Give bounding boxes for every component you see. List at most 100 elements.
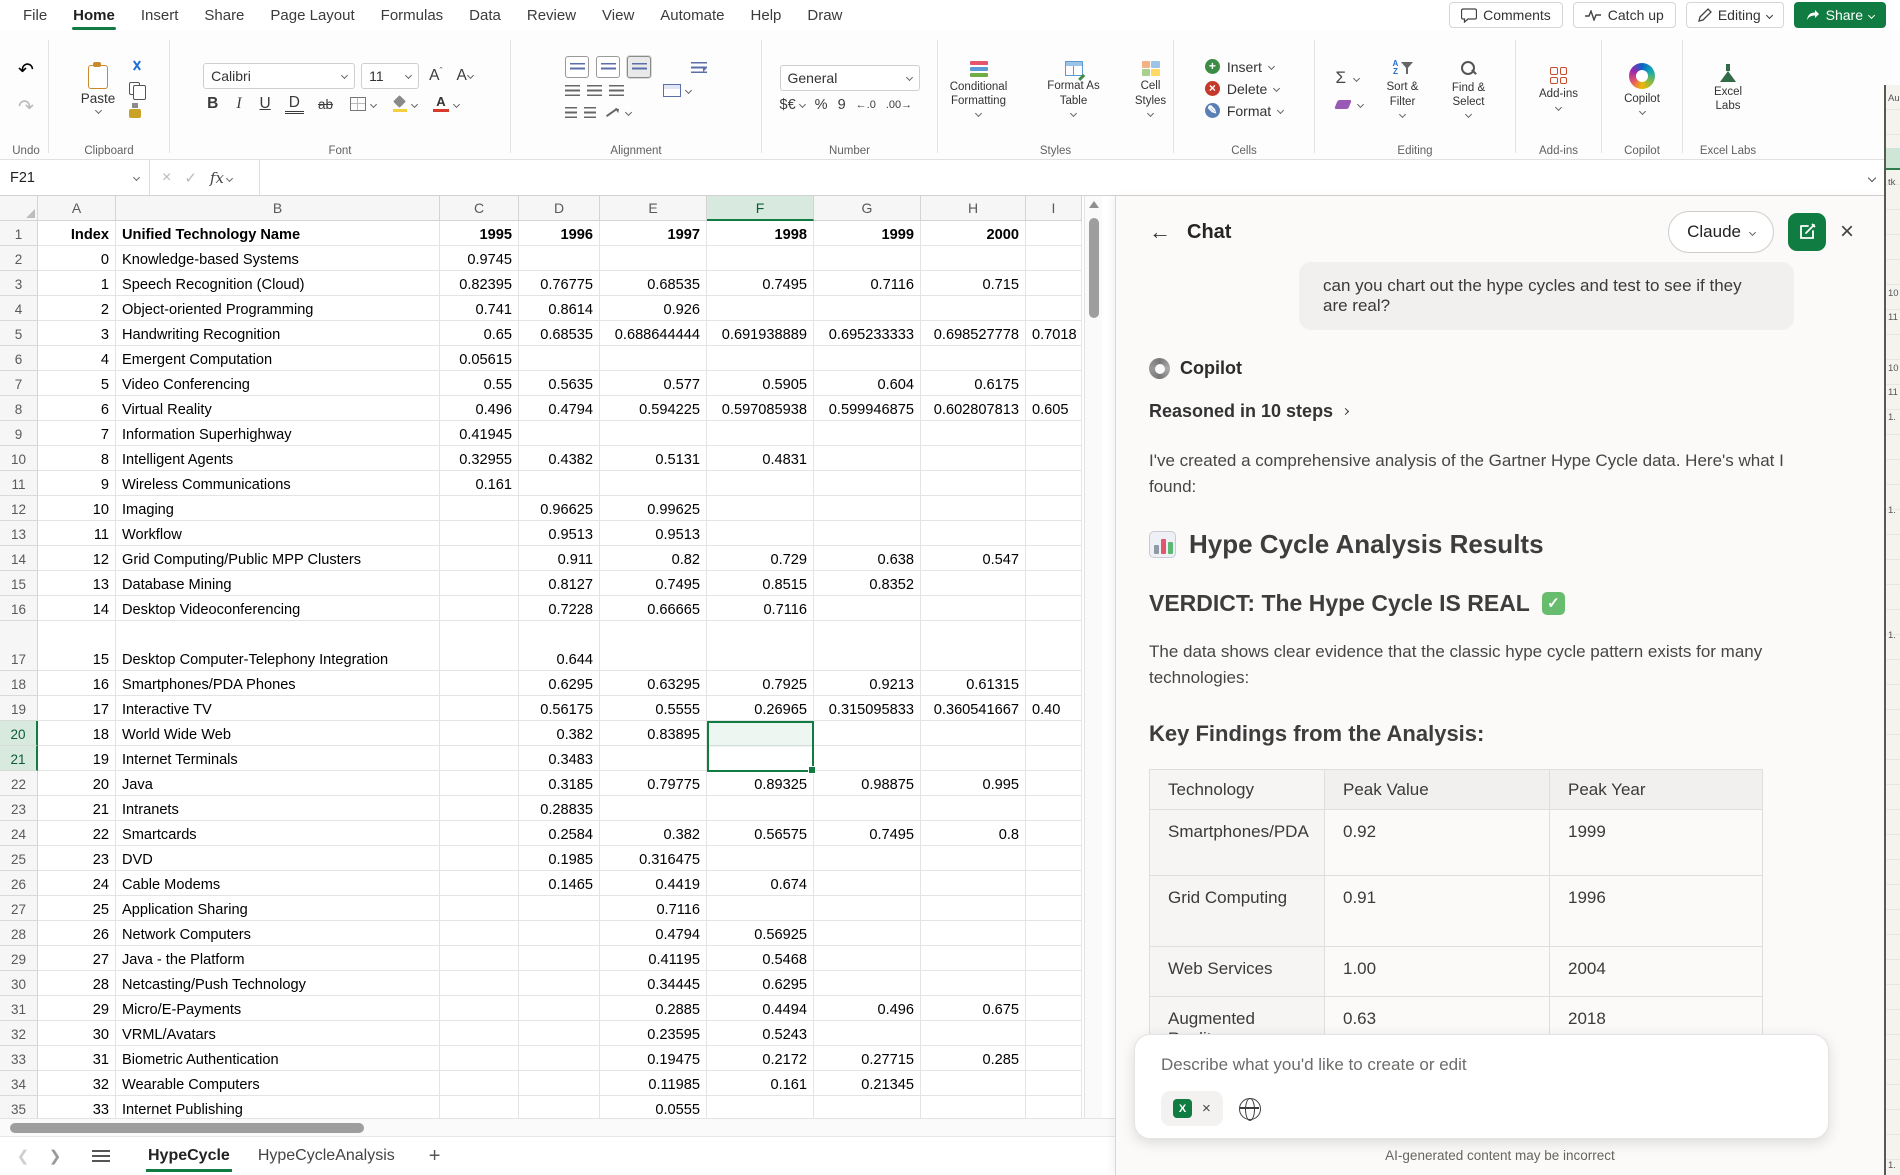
- cell-B19[interactable]: Interactive TV: [116, 696, 440, 721]
- cell-D7[interactable]: 0.5635: [519, 371, 600, 396]
- row-header-18[interactable]: 18: [0, 671, 38, 696]
- cell-B17[interactable]: Desktop Computer-Telephony Integration: [116, 621, 440, 671]
- web-search-toggle-icon[interactable]: [1239, 1098, 1261, 1120]
- cell-F3[interactable]: 0.7495: [707, 271, 814, 296]
- align-bottom-button[interactable]: [627, 56, 651, 78]
- cell-G24[interactable]: 0.7495: [814, 821, 921, 846]
- cell-H31[interactable]: 0.675: [921, 996, 1026, 1021]
- cell-G30[interactable]: [814, 971, 921, 996]
- row-header-5[interactable]: 5: [0, 321, 38, 346]
- cell-A27[interactable]: 25: [38, 896, 116, 921]
- cell-B32[interactable]: VRML/Avatars: [116, 1021, 440, 1046]
- cell-D29[interactable]: [519, 946, 600, 971]
- cell-F9[interactable]: [707, 421, 814, 446]
- next-sheet-button[interactable]: ❯: [44, 1147, 66, 1165]
- cell-I1[interactable]: [1026, 221, 1082, 246]
- cell-D2[interactable]: [519, 246, 600, 271]
- cell-I19[interactable]: 0.40: [1026, 696, 1082, 721]
- cell-C26[interactable]: [440, 871, 519, 896]
- cell-I5[interactable]: 0.7018: [1026, 321, 1082, 346]
- row-header-2[interactable]: 2: [0, 246, 38, 271]
- row-header-9[interactable]: 9: [0, 421, 38, 446]
- cell-H20[interactable]: [921, 721, 1026, 746]
- column-header-C[interactable]: C: [440, 196, 519, 221]
- cell-E4[interactable]: 0.926: [600, 296, 707, 321]
- horizontal-scrollbar[interactable]: [0, 1118, 1118, 1136]
- cell-C30[interactable]: [440, 971, 519, 996]
- strikethrough-button[interactable]: ab: [314, 96, 337, 113]
- row-header-27[interactable]: 27: [0, 896, 38, 921]
- cell-C20[interactable]: [440, 721, 519, 746]
- prev-sheet-button[interactable]: ❮: [12, 1147, 34, 1165]
- cell-G10[interactable]: [814, 446, 921, 471]
- cell-I33[interactable]: [1026, 1046, 1082, 1071]
- cell-C28[interactable]: [440, 921, 519, 946]
- cell-E20[interactable]: 0.83895: [600, 721, 707, 746]
- cell-D27[interactable]: [519, 896, 600, 921]
- cell-G22[interactable]: 0.98875: [814, 771, 921, 796]
- cell-D11[interactable]: [519, 471, 600, 496]
- cell-H9[interactable]: [921, 421, 1026, 446]
- cell-I18[interactable]: [1026, 671, 1082, 696]
- tab-formulas[interactable]: Formulas: [368, 3, 457, 28]
- cell-I16[interactable]: [1026, 596, 1082, 621]
- column-header-F[interactable]: F: [707, 196, 814, 221]
- cell-C2[interactable]: 0.9745: [440, 246, 519, 271]
- cell-F30[interactable]: 0.6295: [707, 971, 814, 996]
- copy-button[interactable]: [129, 82, 140, 95]
- cell-E12[interactable]: 0.99625: [600, 496, 707, 521]
- column-header-D[interactable]: D: [519, 196, 600, 221]
- cell-B2[interactable]: Knowledge-based Systems: [116, 246, 440, 271]
- row-header-19[interactable]: 19: [0, 696, 38, 721]
- increase-indent-button[interactable]: [584, 107, 596, 118]
- row-header-17[interactable]: 17: [0, 621, 38, 671]
- cell-I6[interactable]: [1026, 346, 1082, 371]
- row-header-28[interactable]: 28: [0, 921, 38, 946]
- sort-filter-button[interactable]: AZ Sort & Filter: [1374, 58, 1432, 119]
- paste-button[interactable]: Paste: [73, 63, 124, 115]
- autosum-button[interactable]: Σ: [1333, 66, 1363, 90]
- cell-I22[interactable]: [1026, 771, 1082, 796]
- cell-I28[interactable]: [1026, 921, 1082, 946]
- cell-I25[interactable]: [1026, 846, 1082, 871]
- tab-page-layout[interactable]: Page Layout: [257, 3, 367, 28]
- cell-B35[interactable]: Internet Publishing: [116, 1096, 440, 1118]
- comments-button[interactable]: Comments: [1449, 2, 1563, 28]
- row-header-10[interactable]: 10: [0, 446, 38, 471]
- cell-H4[interactable]: [921, 296, 1026, 321]
- cell-E17[interactable]: [600, 621, 707, 671]
- cell-A34[interactable]: 32: [38, 1071, 116, 1096]
- cell-H23[interactable]: [921, 796, 1026, 821]
- cell-I26[interactable]: [1026, 871, 1082, 896]
- row-header-21[interactable]: 21: [0, 746, 38, 771]
- cell-C14[interactable]: [440, 546, 519, 571]
- cell-H2[interactable]: [921, 246, 1026, 271]
- cell-E18[interactable]: 0.63295: [600, 671, 707, 696]
- chat-input-card[interactable]: Describe what you'd like to create or ed…: [1134, 1034, 1829, 1139]
- cell-H19[interactable]: 0.360541667: [921, 696, 1026, 721]
- cell-E28[interactable]: 0.4794: [600, 921, 707, 946]
- cell-G2[interactable]: [814, 246, 921, 271]
- cell-C4[interactable]: 0.741: [440, 296, 519, 321]
- cell-I12[interactable]: [1026, 496, 1082, 521]
- cell-C27[interactable]: [440, 896, 519, 921]
- row-header-23[interactable]: 23: [0, 796, 38, 821]
- cell-A33[interactable]: 31: [38, 1046, 116, 1071]
- new-chat-button[interactable]: [1788, 213, 1826, 251]
- cell-C5[interactable]: 0.65: [440, 321, 519, 346]
- vertical-scroll-thumb[interactable]: [1089, 218, 1099, 318]
- tab-share[interactable]: Share: [191, 3, 257, 28]
- align-center-button[interactable]: [587, 85, 602, 96]
- cell-A9[interactable]: 7: [38, 421, 116, 446]
- cell-I20[interactable]: [1026, 721, 1082, 746]
- cell-F31[interactable]: 0.4494: [707, 996, 814, 1021]
- cell-C3[interactable]: 0.82395: [440, 271, 519, 296]
- row-header-20[interactable]: 20: [0, 721, 38, 746]
- cell-E25[interactable]: 0.316475: [600, 846, 707, 871]
- row-header-4[interactable]: 4: [0, 296, 38, 321]
- cell-F5[interactable]: 0.691938889: [707, 321, 814, 346]
- tab-file[interactable]: File: [10, 3, 60, 28]
- horizontal-scroll-thumb[interactable]: [10, 1123, 364, 1133]
- cell-E35[interactable]: 0.0555: [600, 1096, 707, 1118]
- align-left-button[interactable]: [565, 85, 580, 96]
